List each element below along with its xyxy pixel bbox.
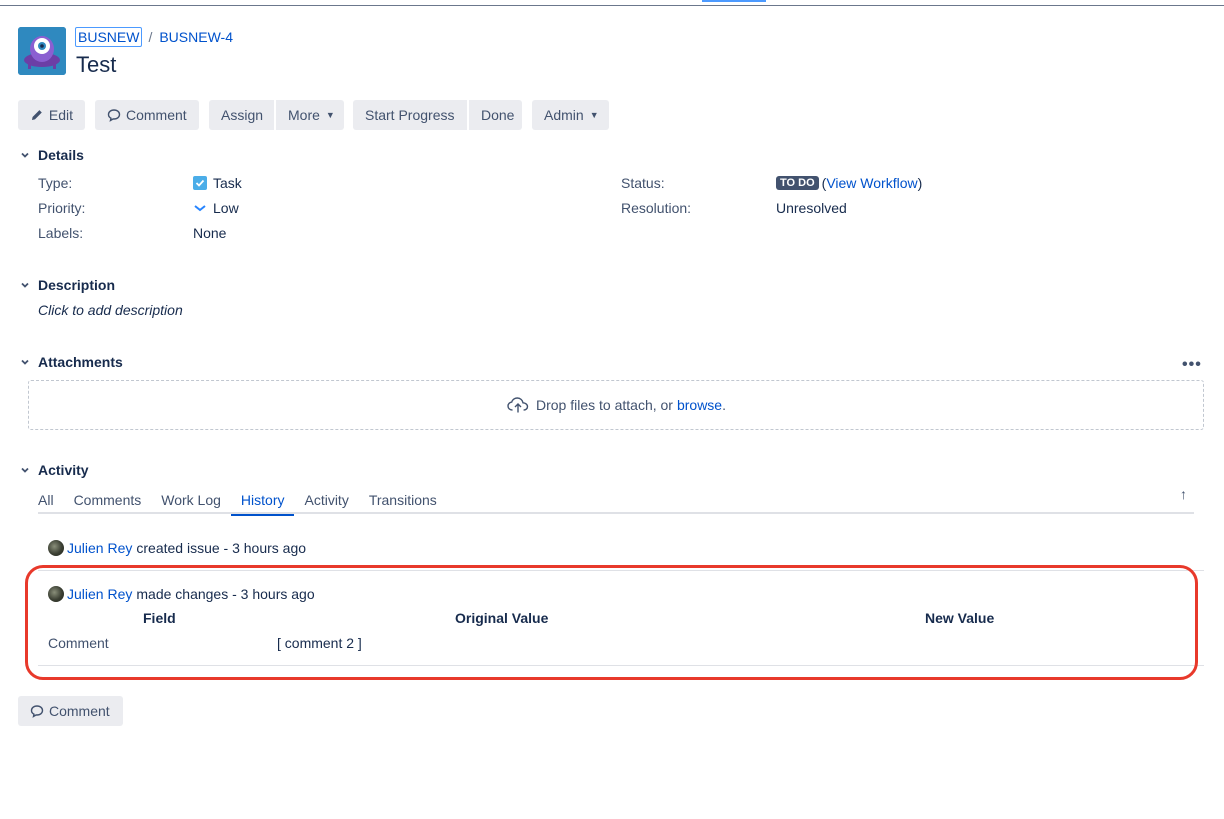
history-entry: Julien Rey created issue - 3 hours ago [48,540,306,556]
comment-icon [107,109,121,122]
more-icon[interactable]: ••• [1182,356,1202,374]
breadcrumb-project-link[interactable]: BUSNEW [75,27,143,47]
dropzone-period: . [722,397,726,413]
top-divider [0,5,1224,6]
issue-toolbar: Edit Comment Assign More ▼ Start Progres… [18,100,609,130]
chevron-down-icon [18,355,32,369]
type-value: Task [193,175,242,191]
description-placeholder[interactable]: Click to add description [38,302,183,318]
chevron-down-icon: ▼ [325,110,335,120]
project-avatar-icon[interactable] [18,27,66,75]
tab-history[interactable]: History [230,488,295,516]
assign-button[interactable]: Assign [209,100,274,130]
more-button-label: More [288,107,320,123]
add-comment-button[interactable]: Comment [18,696,123,726]
activity-heading: Activity [38,462,89,478]
comment-icon [30,705,44,718]
type-label: Type: [38,175,73,191]
chevron-down-icon [18,148,32,162]
status-badge: TO DO [776,176,819,190]
assign-button-label: Assign [221,107,264,123]
labels-label: Labels: [38,225,84,241]
priority-low-icon [194,205,206,212]
status-value: TO DO ( View Workflow ) [776,175,922,191]
highlight-annotation [25,565,1198,680]
done-button-label: Done [481,107,515,123]
comment-button-label: Comment [126,107,187,123]
start-progress-button[interactable]: Start Progress [353,100,467,130]
pencil-icon [31,110,42,120]
description-heading: Description [38,277,116,293]
view-workflow-link[interactable]: View Workflow [826,175,917,191]
more-button[interactable]: More ▼ [276,100,344,130]
comment-button[interactable]: Comment [95,100,199,130]
priority-label: Priority: [38,200,86,216]
priority-value: Low [193,200,239,216]
edit-button-label: Edit [48,107,73,123]
breadcrumb: BUSNEW / BUSNEW-4 [75,27,233,47]
dropzone-text: Drop files to attach, or [536,397,673,413]
admin-button-label: Admin [544,107,584,123]
breadcrumb-separator: / [148,29,153,45]
tab-transitions[interactable]: Transitions [359,488,447,514]
tab-all[interactable]: All [38,488,64,514]
activity-tabs: All Comments Work Log History Activity T… [38,488,1194,516]
sort-arrow-icon[interactable]: ↑ [1180,486,1187,502]
history-entry-text: created issue - 3 hours ago [136,540,307,556]
resolution-value: Unresolved [776,200,847,216]
resolution-label: Resolution: [621,200,692,216]
activity-section-toggle[interactable]: Activity [18,462,89,478]
attachments-heading: Attachments [38,354,123,370]
done-button[interactable]: Done [469,100,522,130]
labels-value[interactable]: None [193,225,226,241]
status-paren-close: ) [917,175,923,191]
type-value-text: Task [213,175,242,191]
edit-button[interactable]: Edit [18,100,85,130]
breadcrumb-issue-link[interactable]: BUSNEW-4 [159,29,233,45]
issue-header: BUSNEW / BUSNEW-4 Test [18,27,918,77]
description-section-toggle[interactable]: Description [18,277,115,293]
chevron-down-icon: ▼ [589,110,599,120]
history-user-link[interactable]: Julien Rey [67,540,132,556]
tab-activity[interactable]: Activity [294,488,358,514]
details-heading: Details [38,147,84,163]
attachment-dropzone[interactable]: Drop files to attach, or browse . [28,380,1204,430]
chevron-down-icon [18,278,32,292]
details-section-toggle[interactable]: Details [18,147,84,163]
start-progress-button-label: Start Progress [365,107,455,123]
browse-link[interactable]: browse [677,397,722,413]
tab-work-log[interactable]: Work Log [151,488,231,514]
priority-value-text: Low [213,200,239,216]
top-nav-indicator [702,0,766,2]
issue-title[interactable]: Test [76,52,116,78]
chevron-down-icon [18,463,32,477]
add-comment-button-label: Comment [49,703,110,719]
cloud-upload-icon [507,397,529,413]
tab-comments[interactable]: Comments [64,488,152,514]
admin-button[interactable]: Admin ▼ [532,100,609,130]
status-label: Status: [621,175,665,191]
attachments-section-toggle[interactable]: Attachments [18,354,123,370]
user-avatar[interactable] [48,540,64,556]
checkbox-task-icon [193,176,207,190]
